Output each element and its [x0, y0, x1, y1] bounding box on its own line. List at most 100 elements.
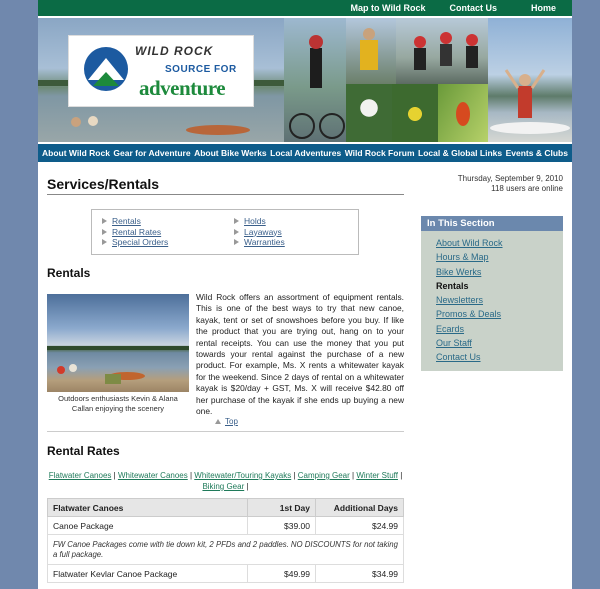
paddler-photo — [346, 18, 396, 84]
table-row: Flatwater Kevlar Canoe Package $49.99 $3… — [47, 564, 404, 583]
nav-local-adventures[interactable]: Local Adventures — [270, 148, 341, 158]
section-heading: In This Section — [421, 216, 563, 231]
rentals-heading: Rentals — [47, 266, 91, 280]
cell-item: Flatwater Kevlar Canoe Package — [47, 564, 248, 583]
arrow-right-icon — [102, 218, 107, 224]
section-link-about[interactable]: About Wild Rock — [436, 238, 503, 248]
trillium-photo — [346, 84, 392, 142]
section-link-newsletters[interactable]: Newsletters — [436, 295, 483, 305]
quick-link-special-orders[interactable]: Special Orders — [112, 237, 168, 247]
users-online: 118 users are online — [491, 184, 563, 193]
date-info: Thursday, September 9, 2010 118 users ar… — [458, 174, 563, 194]
cell-first-day: $39.00 — [247, 516, 316, 535]
top-utility-bar: Map to Wild Rock Contact Us Home — [38, 0, 572, 18]
section-item[interactable]: Hours & Map — [436, 250, 563, 264]
title-divider — [47, 194, 404, 195]
section-item-current: Rentals — [436, 279, 563, 293]
nav-local-global-links[interactable]: Local & Global Links — [418, 148, 502, 158]
cat-kayaks[interactable]: Whitewater/Touring Kayaks — [194, 471, 291, 480]
col-header-additional: Additional Days — [315, 498, 404, 517]
map-link[interactable]: Map to Wild Rock — [351, 3, 426, 13]
arrow-right-icon — [234, 239, 239, 245]
col-header-first-day: 1st Day — [247, 498, 316, 517]
cat-flatwater-canoes[interactable]: Flatwater Canoes — [49, 471, 112, 480]
quick-link-warranties[interactable]: Warranties — [244, 237, 285, 247]
page-title: Services/Rentals — [47, 176, 160, 192]
section-item[interactable]: Contact Us — [436, 350, 563, 364]
rental-rates-heading: Rental Rates — [47, 444, 120, 458]
mountain-emblem-icon — [84, 47, 128, 91]
nav-events-clubs[interactable]: Events & Clubs — [506, 148, 568, 158]
section-current-rentals: Rentals — [436, 280, 469, 291]
page: Map to Wild Rock Contact Us Home WILD RO… — [38, 0, 572, 589]
header-banner: WILD ROCK SOURCE FOR adventure — [38, 18, 572, 144]
cell-note: FW Canoe Packages come with tie down kit… — [47, 534, 404, 565]
nav-about-wild-rock[interactable]: About Wild Rock — [42, 148, 110, 158]
photo-caption: Outdoors enthusiasts Kevin & Alana Calla… — [58, 394, 178, 413]
quick-link-item[interactable]: Rentals — [102, 216, 168, 226]
cat-whitewater-canoes[interactable]: Whitewater Canoes — [118, 471, 188, 480]
section-link-promos[interactable]: Promos & Deals — [436, 309, 501, 319]
cell-item: Canoe Package — [47, 516, 248, 535]
group-ride-photo — [396, 18, 488, 84]
main-nav: About Wild Rock Gear for Adventure About… — [38, 144, 572, 162]
table-row: Canoe Package $39.00 $24.99 — [47, 516, 404, 535]
logo-tagline-bottom: adventure — [139, 76, 226, 100]
section-link-our-staff[interactable]: Our Staff — [436, 338, 472, 348]
rentals-photo — [47, 294, 189, 392]
canoeist-photo — [488, 18, 572, 142]
logo-tagline-top: SOURCE FOR — [165, 64, 237, 75]
section-link-hours-map[interactable]: Hours & Map — [436, 252, 489, 262]
rentals-description: Wild Rock offers an assortment of equipm… — [196, 292, 404, 417]
cell-additional: $24.99 — [315, 516, 404, 535]
table-note-row: FW Canoe Packages come with tie down kit… — [47, 534, 404, 565]
section-item[interactable]: Ecards — [436, 322, 563, 336]
cell-additional: $34.99 — [315, 564, 404, 583]
rate-category-links: Flatwater Canoes | Whitewater Canoes | W… — [48, 471, 403, 491]
nav-about-bike-werks[interactable]: About Bike Werks — [194, 148, 267, 158]
ladyslipper-photo — [392, 84, 438, 142]
quick-link-item[interactable]: Rental Rates — [102, 227, 168, 237]
arrow-right-icon — [234, 228, 239, 235]
cat-camping-gear[interactable]: Camping Gear — [298, 471, 350, 480]
quick-link-rentals[interactable]: Rentals — [112, 216, 141, 226]
back-to-top[interactable]: Top — [215, 417, 238, 426]
top-link[interactable]: Top — [225, 417, 238, 426]
arrow-right-icon — [102, 228, 107, 235]
quick-link-item[interactable]: Layaways — [234, 227, 285, 237]
cat-biking-gear[interactable]: Biking Gear — [202, 482, 244, 491]
quick-link-item[interactable]: Special Orders — [102, 237, 168, 247]
quick-link-item[interactable]: Holds — [234, 216, 285, 226]
section-link-bike-werks[interactable]: Bike Werks — [436, 267, 481, 277]
rates-table: Flatwater Canoes 1st Day Additional Days… — [47, 498, 404, 583]
nav-wild-rock-forum[interactable]: Wild Rock Forum — [345, 148, 415, 158]
section-link-ecards[interactable]: Ecards — [436, 324, 464, 334]
in-this-section-box: In This Section About Wild Rock Hours & … — [421, 216, 563, 371]
section-item[interactable]: Bike Werks — [436, 265, 563, 279]
arrow-up-icon — [215, 419, 221, 424]
section-item[interactable]: About Wild Rock — [436, 236, 563, 250]
cell-first-day: $49.99 — [247, 564, 316, 583]
contact-us-link[interactable]: Contact Us — [449, 3, 497, 13]
section-item[interactable]: Our Staff — [436, 336, 563, 350]
section-item[interactable]: Newsletters — [436, 293, 563, 307]
wild-rock-logo[interactable]: WILD ROCK SOURCE FOR adventure — [68, 35, 254, 107]
cat-winter-stuff[interactable]: Winter Stuff — [356, 471, 398, 480]
home-link[interactable]: Home — [531, 3, 556, 13]
section-divider — [47, 431, 404, 432]
nav-gear-for-adventure[interactable]: Gear for Adventure — [113, 148, 190, 158]
section-link-contact[interactable]: Contact Us — [436, 352, 481, 362]
beetle-photo — [438, 84, 488, 142]
table-header-row: Flatwater Canoes 1st Day Additional Days — [47, 498, 404, 517]
quick-link-layaways[interactable]: Layaways — [244, 227, 282, 237]
cyclist-photo — [284, 18, 346, 142]
quick-link-rental-rates[interactable]: Rental Rates — [112, 227, 161, 237]
arrow-right-icon — [102, 239, 107, 245]
arrow-right-icon — [234, 218, 239, 224]
col-header-item: Flatwater Canoes — [47, 498, 248, 517]
section-item[interactable]: Promos & Deals — [436, 307, 563, 321]
quick-links-box: Rentals Rental Rates Special Orders Hold… — [91, 209, 359, 255]
current-date: Thursday, September 9, 2010 — [457, 174, 563, 183]
quick-link-item[interactable]: Warranties — [234, 237, 285, 247]
quick-link-holds[interactable]: Holds — [244, 216, 266, 226]
